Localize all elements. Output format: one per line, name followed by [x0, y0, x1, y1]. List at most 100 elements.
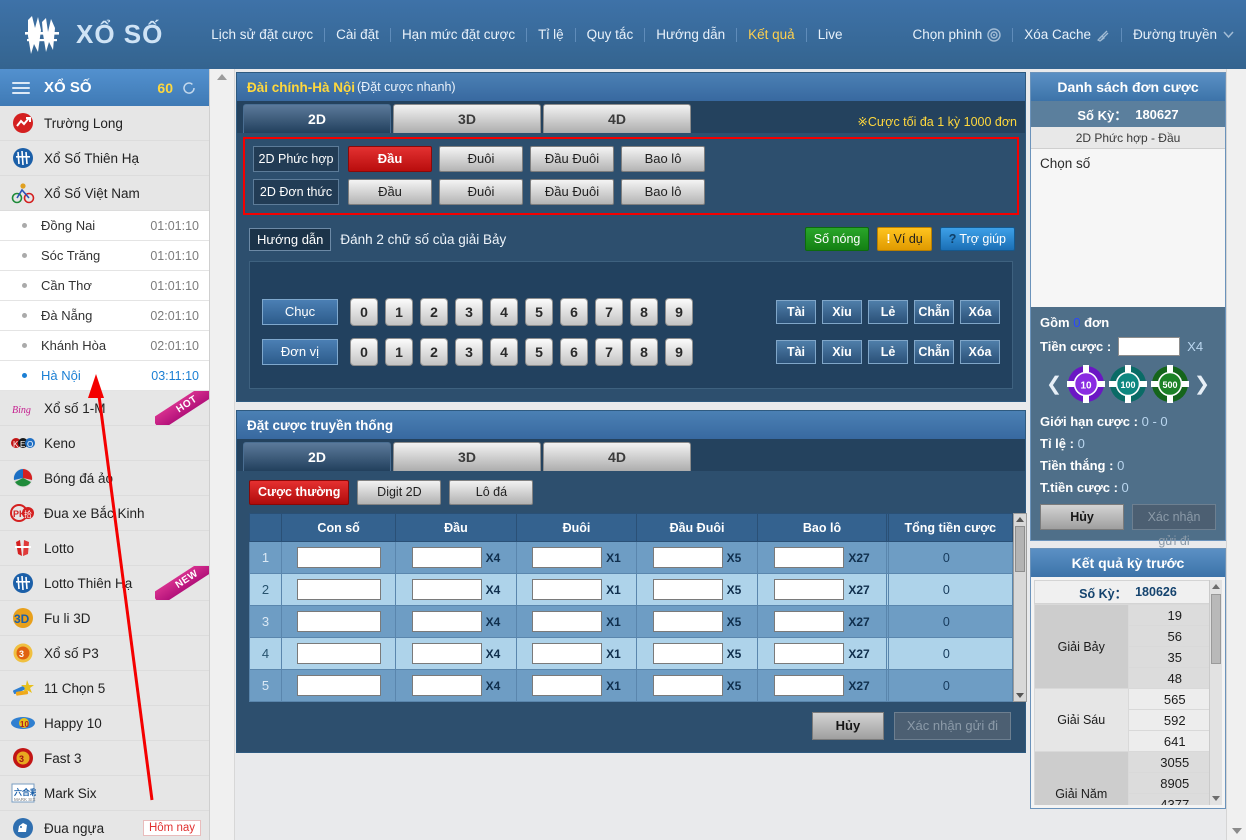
- digit-donvi-2[interactable]: 2: [420, 338, 448, 366]
- input-dau[interactable]: [411, 611, 482, 632]
- digit-chuc-7[interactable]: 7: [595, 298, 623, 326]
- input-dau-duoi[interactable]: [652, 579, 723, 600]
- nav-item-settings[interactable]: Cài đặt: [325, 27, 390, 42]
- hot-numbers-button[interactable]: Số nóng: [804, 227, 870, 251]
- sub-tab-lo-da[interactable]: Lô đá: [449, 480, 534, 505]
- input-bao-lo[interactable]: [774, 547, 845, 568]
- bet-type-duoi-phuc-hop[interactable]: Đuôi: [439, 146, 523, 172]
- input-bao-lo[interactable]: [774, 611, 845, 632]
- input-dau[interactable]: [411, 675, 482, 696]
- scroll-down-arrow-icon[interactable]: [1212, 796, 1220, 801]
- sidebar-region-khanh-hoa[interactable]: Khánh Hòa 02:01:10: [0, 331, 209, 361]
- input-duoi[interactable]: [532, 611, 603, 632]
- input-bao-lo[interactable]: [774, 579, 845, 600]
- refresh-icon[interactable]: [181, 80, 197, 96]
- row-label-don-vi[interactable]: Đơn vị: [262, 339, 338, 365]
- tab-2d[interactable]: 2D: [243, 104, 391, 133]
- nav-item-results[interactable]: Kết quả: [737, 27, 806, 42]
- tab-3d[interactable]: 3D: [393, 104, 541, 133]
- nav-item-clear-cache[interactable]: Xóa Cache: [1013, 27, 1121, 42]
- op-tai-donvi[interactable]: Tài: [776, 340, 816, 364]
- digit-chuc-5[interactable]: 5: [525, 298, 553, 326]
- sidebar-header[interactable]: XỔ SỐ 60: [0, 69, 209, 106]
- sidebar-item-fast-3[interactable]: 3 Fast 3: [0, 741, 209, 776]
- brand[interactable]: XỔ SỐ: [22, 14, 200, 56]
- digit-chuc-0[interactable]: 0: [350, 298, 378, 326]
- nav-item-history[interactable]: Lịch sử đặt cược: [200, 27, 324, 42]
- sidebar-item-xo-so-viet-nam[interactable]: Xổ Số Việt Nam: [0, 176, 209, 211]
- op-le-donvi[interactable]: Lẻ: [868, 340, 908, 364]
- sidebar-region-da-nang[interactable]: Đà Nẵng 02:01:10: [0, 301, 209, 331]
- op-chan-chuc[interactable]: Chẵn: [914, 300, 954, 324]
- sidebar-item-xo-so-thien-ha[interactable]: Xổ Số Thiên Hạ: [0, 141, 209, 176]
- digit-donvi-4[interactable]: 4: [490, 338, 518, 366]
- order-confirm-button[interactable]: Xác nhận gửi đi: [1132, 504, 1216, 548]
- digit-chuc-4[interactable]: 4: [490, 298, 518, 326]
- sidebar-item-11-chon-5[interactable]: 11 Chọn 5: [0, 671, 209, 706]
- sub-tab-cuoc-thuong[interactable]: Cược thường: [249, 480, 350, 505]
- op-xiu-donvi[interactable]: Xỉu: [822, 340, 862, 364]
- digit-chuc-6[interactable]: 6: [560, 298, 588, 326]
- op-tai-chuc[interactable]: Tài: [776, 300, 816, 324]
- input-con-so[interactable]: [296, 579, 381, 600]
- digit-donvi-8[interactable]: 8: [630, 338, 658, 366]
- sidebar-item-lotto[interactable]: Lotto: [0, 531, 209, 566]
- nav-item-odds[interactable]: Tỉ lệ: [527, 27, 575, 42]
- input-con-so[interactable]: [296, 547, 381, 568]
- bet-type-dau-phuc-hop[interactable]: Đầu: [348, 146, 432, 172]
- op-xoa-chuc[interactable]: Xóa: [960, 300, 1000, 324]
- trad-tab-2d[interactable]: 2D: [243, 442, 391, 471]
- example-button[interactable]: ! Ví dụ: [877, 227, 932, 251]
- scroll-up-arrow-icon[interactable]: [1016, 517, 1024, 522]
- bet-money-input[interactable]: [1118, 337, 1181, 356]
- digit-chuc-3[interactable]: 3: [455, 298, 483, 326]
- tab-4d[interactable]: 4D: [543, 104, 691, 133]
- input-dau[interactable]: [411, 643, 482, 664]
- input-dau[interactable]: [411, 547, 482, 568]
- nav-item-connection[interactable]: Đường truyền: [1122, 27, 1246, 42]
- sidebar-item-mark-six[interactable]: 六合彩 MARK SIX Mark Six: [0, 776, 209, 811]
- chip-10[interactable]: 10: [1066, 364, 1106, 404]
- input-bao-lo[interactable]: [774, 675, 845, 696]
- digit-donvi-1[interactable]: 1: [385, 338, 413, 366]
- sidebar-region-soc-trang[interactable]: Sóc Trăng 01:01:10: [0, 241, 209, 271]
- trad-tab-4d[interactable]: 4D: [543, 442, 691, 471]
- digit-chuc-1[interactable]: 1: [385, 298, 413, 326]
- digit-donvi-7[interactable]: 7: [595, 338, 623, 366]
- input-duoi[interactable]: [532, 579, 603, 600]
- help-button[interactable]: ? Trợ giúp: [939, 227, 1015, 251]
- sidebar-item-bong-da-ao[interactable]: Bóng đá ảo: [0, 461, 209, 496]
- digit-chuc-9[interactable]: 9: [665, 298, 693, 326]
- order-cancel-button[interactable]: Hủy: [1040, 504, 1124, 530]
- op-chan-donvi[interactable]: Chẵn: [914, 340, 954, 364]
- input-dau-duoi[interactable]: [652, 547, 723, 568]
- bet-type-dau-duoi-don-thuc[interactable]: Đầu Đuôi: [530, 179, 614, 205]
- sidebar-region-can-tho[interactable]: Cần Thơ 01:01:10: [0, 271, 209, 301]
- bet-type-bao-lo-phuc-hop[interactable]: Bao lô: [621, 146, 705, 172]
- scroll-down-arrow-icon[interactable]: [1232, 828, 1242, 834]
- scrollbar-thumb[interactable]: [1211, 594, 1221, 664]
- trad-tab-3d[interactable]: 3D: [393, 442, 541, 471]
- input-con-so[interactable]: [296, 611, 381, 632]
- bet-type-duoi-don-thuc[interactable]: Đuôi: [439, 179, 523, 205]
- digit-chuc-2[interactable]: 2: [420, 298, 448, 326]
- trad-confirm-button[interactable]: Xác nhận gửi đi: [893, 712, 1011, 740]
- results-scrollbar[interactable]: [1209, 580, 1222, 805]
- op-xiu-chuc[interactable]: Xỉu: [822, 300, 862, 324]
- nav-item-bet-limit[interactable]: Hạn mức đặt cược: [391, 27, 526, 42]
- table-scrollbar[interactable]: [1013, 513, 1027, 702]
- chip-500[interactable]: 500: [1150, 364, 1190, 404]
- bet-type-dau-duoi-phuc-hop[interactable]: Đầu Đuôi: [530, 146, 614, 172]
- digit-donvi-6[interactable]: 6: [560, 338, 588, 366]
- input-dau[interactable]: [411, 579, 482, 600]
- nav-item-live[interactable]: Live: [807, 27, 854, 42]
- chip-next-arrow-icon[interactable]: ❯: [1192, 373, 1212, 396]
- scroll-down-arrow-icon[interactable]: [1016, 693, 1024, 698]
- bet-type-dau-don-thuc[interactable]: Đầu: [348, 179, 432, 205]
- input-dau-duoi[interactable]: [652, 675, 723, 696]
- sidebar-item-happy-10[interactable]: 10 Happy 10: [0, 706, 209, 741]
- nav-item-choose-platform[interactable]: Chọn phình: [901, 27, 1012, 42]
- digit-chuc-8[interactable]: 8: [630, 298, 658, 326]
- input-duoi[interactable]: [532, 675, 603, 696]
- digit-donvi-9[interactable]: 9: [665, 338, 693, 366]
